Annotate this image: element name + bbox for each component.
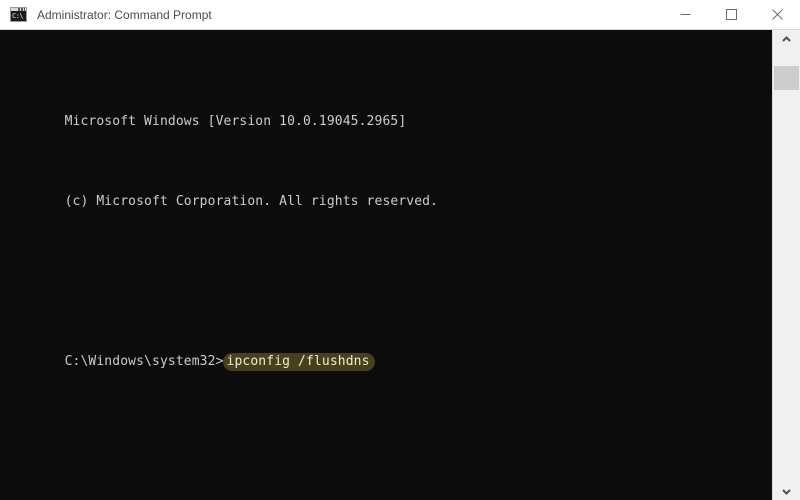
scroll-down-button[interactable] — [773, 483, 800, 500]
command-prompt-window: C:\ Administrator: Command Prompt Micros… — [0, 0, 800, 500]
console-line-text: (c) Microsoft Corporation. All rights re… — [64, 194, 439, 209]
vertical-scrollbar[interactable] — [772, 30, 800, 500]
window-titlebar[interactable]: C:\ Administrator: Command Prompt — [0, 0, 800, 29]
console-command-highlight: ipconfig /flushdns — [222, 353, 375, 371]
titlebar-left-group: C:\ Administrator: Command Prompt — [0, 7, 662, 22]
console-command-line: C:\Windows\system32> ipconfig /flushdns — [0, 332, 772, 371]
console-prompt: C:\Windows\system32> — [64, 354, 224, 369]
chevron-up-icon — [782, 35, 791, 42]
console-icon-prompt-glyph: C:\ — [12, 12, 24, 20]
console-line: Microsoft Windows [Version 10.0.19045.29… — [0, 92, 772, 129]
console-icon-dots — [18, 8, 25, 11]
scroll-up-button[interactable] — [773, 30, 800, 47]
console-line-text: Microsoft Windows [Version 10.0.19045.29… — [64, 114, 407, 129]
maximize-icon — [725, 9, 737, 20]
console-lines: Microsoft Windows [Version 10.0.19045.29… — [0, 32, 772, 500]
console-icon: C:\ — [10, 7, 27, 22]
maximize-button[interactable] — [708, 0, 754, 29]
window-controls — [662, 0, 800, 29]
scrollbar-thumb[interactable] — [774, 66, 799, 90]
minimize-icon — [680, 14, 690, 15]
console-line: Windows IP Configuration — [0, 492, 772, 500]
chevron-down-icon — [782, 488, 791, 495]
console-output-area[interactable]: Microsoft Windows [Version 10.0.19045.29… — [0, 30, 772, 500]
window-title: Administrator: Command Prompt — [37, 7, 212, 22]
close-button[interactable] — [754, 0, 800, 29]
minimize-button[interactable] — [662, 0, 708, 29]
console-line: (c) Microsoft Corporation. All rights re… — [0, 172, 772, 209]
close-icon — [771, 9, 783, 20]
scrollbar-track[interactable] — [773, 47, 800, 483]
